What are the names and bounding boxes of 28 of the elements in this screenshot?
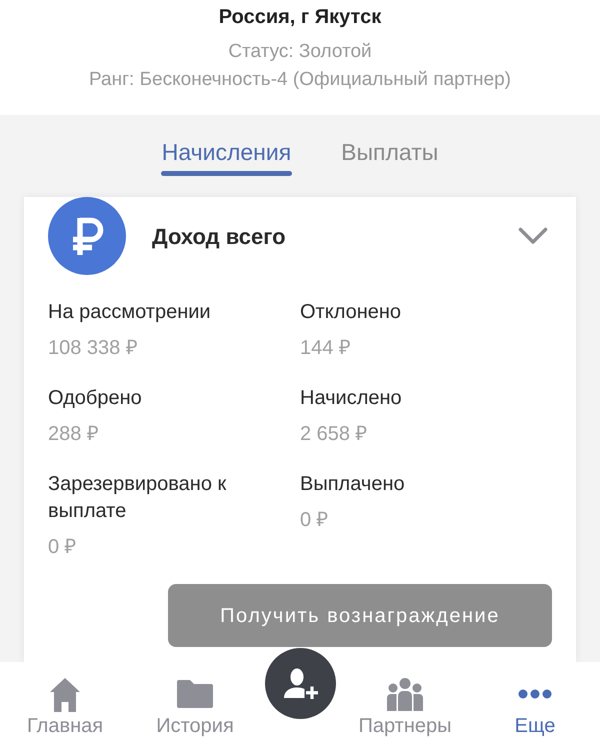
stat-label: Выплачено xyxy=(300,472,406,497)
people-icon xyxy=(387,678,423,710)
nav-tab[interactable]: История xyxy=(130,662,260,750)
home-icon xyxy=(49,676,81,712)
stat-value: 2 658 ₽ xyxy=(300,422,369,447)
location-text: Россия, г Якутск xyxy=(218,5,382,30)
stat-value: 108 338 ₽ xyxy=(48,336,139,361)
stat-label: На рассмотрении xyxy=(48,300,212,325)
rank-text: Ранг: Бесконечность-4 (Официальный партнер) xyxy=(89,68,511,92)
stat-value: 0 ₽ xyxy=(48,535,78,560)
stat-label: Зарезервировано к выплате xyxy=(48,472,228,524)
folder-icon xyxy=(177,680,213,708)
nav-tab[interactable]: Еще xyxy=(470,662,600,750)
user-plus-icon xyxy=(282,668,318,700)
nav-tab[interactable]: Партнеры xyxy=(340,662,470,750)
stat-value: 0 ₽ xyxy=(300,508,330,533)
status-text: Статус: Золотой xyxy=(228,40,372,64)
stat-value: 144 ₽ xyxy=(300,336,352,361)
stat-label: Начислено xyxy=(300,386,403,411)
nav-tab[interactable]: Главная xyxy=(0,662,130,750)
tab[interactable]: Начисления xyxy=(160,137,292,197)
stat-value: 288 ₽ xyxy=(48,422,100,447)
tab[interactable]: Выплаты xyxy=(340,137,440,197)
stat-label: Одобрено xyxy=(48,386,143,411)
more-dots-icon xyxy=(518,689,552,699)
stat-label: Отклонено xyxy=(300,300,402,325)
card-title: Доход всего xyxy=(152,222,286,250)
chevron-down-icon[interactable] xyxy=(518,227,548,245)
